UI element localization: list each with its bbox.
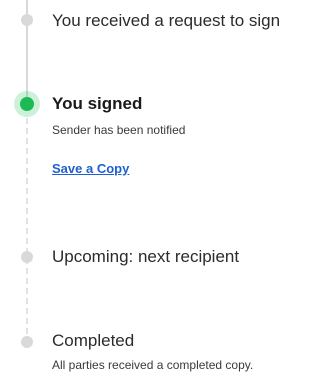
step-title: Completed [52, 331, 135, 350]
signing-progress-timeline: You received a request to sign You signe… [0, 0, 336, 378]
step-dot-icon [21, 14, 33, 26]
step-subtitle: Sender has been notified [52, 123, 186, 137]
step-title: Upcoming: next recipient [52, 247, 240, 266]
step-title: You signed [52, 94, 143, 113]
step-title: You received a request to sign [52, 11, 281, 30]
step-dot-icon [21, 336, 33, 348]
step-subtitle: All parties received a completed copy. [52, 358, 254, 372]
step-active-dot-icon [20, 97, 34, 111]
save-copy-link[interactable]: Save a Copy [52, 161, 129, 176]
step-dot-icon [21, 251, 33, 263]
timeline-connector-upcoming [26, 118, 28, 344]
